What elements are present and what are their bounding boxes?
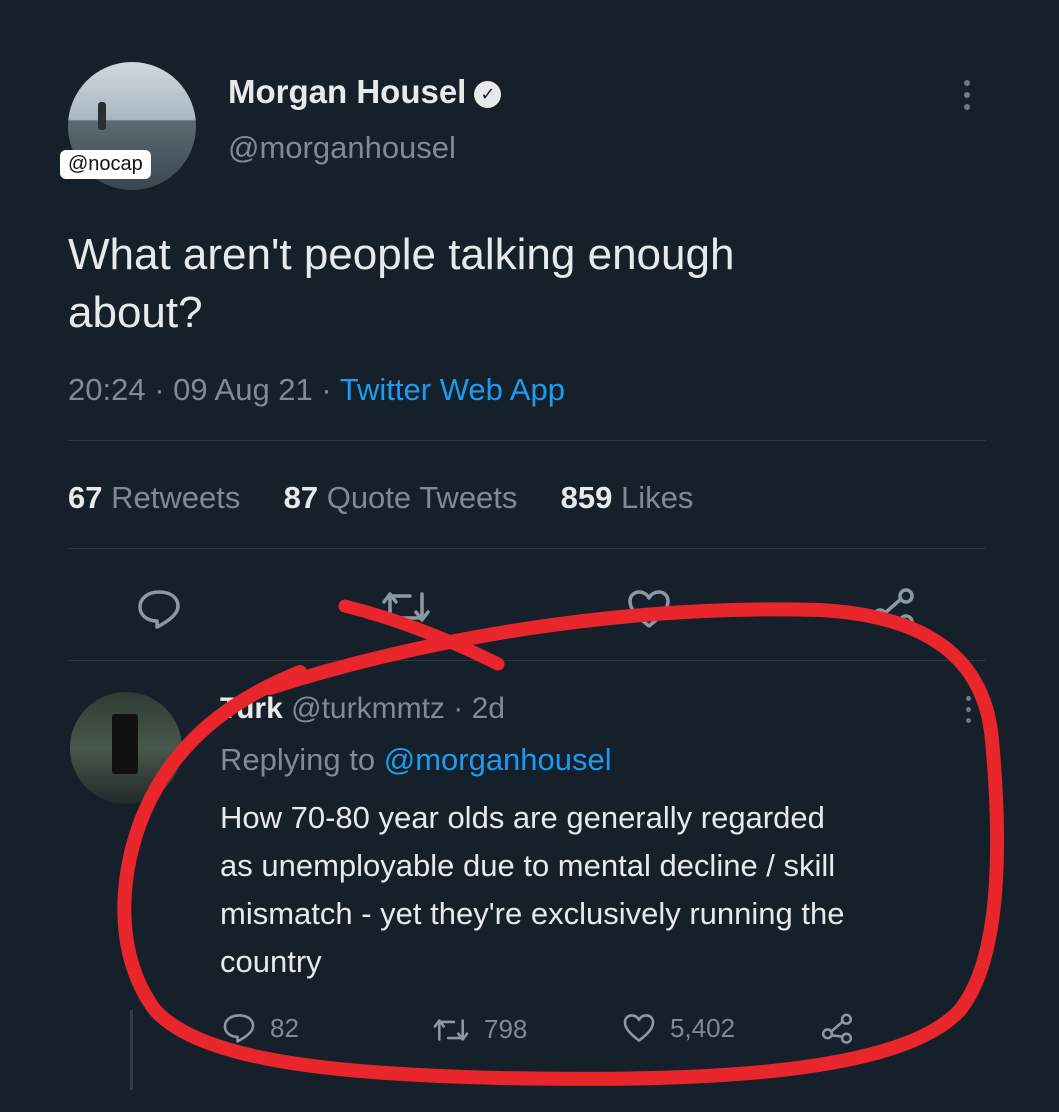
replying-to-label: Replying to xyxy=(220,742,376,777)
reply-text-line-2: as unemployable due to mental decline / … xyxy=(220,848,836,883)
reply-reply-action[interactable]: 82 xyxy=(222,1012,299,1044)
tweet-stats: 67 Retweets 87 Quote Tweets 859 Likes xyxy=(68,480,693,516)
reply-retweet-action[interactable]: 798 xyxy=(432,1014,527,1045)
reply-like-action[interactable]: 5,402 xyxy=(622,1012,735,1044)
reply-text-line-1: How 70-80 year olds are generally regard… xyxy=(220,800,825,835)
verified-badge-icon: ✓ xyxy=(474,80,502,108)
retweet-icon xyxy=(432,1016,470,1044)
divider-middle xyxy=(68,548,986,549)
reply-text-line-3: mismatch - yet they're exclusively runni… xyxy=(220,896,845,931)
divider-top xyxy=(68,440,986,441)
tweet-meta: 20:24 · 09 Aug 21 · Twitter Web App xyxy=(68,372,565,407)
replying-to: Replying to @morganhousel xyxy=(220,742,612,778)
reply-author-name[interactable]: Turk xyxy=(220,692,283,725)
avatar-figure xyxy=(98,102,106,130)
author-handle[interactable]: @morganhousel xyxy=(228,130,456,166)
like-icon xyxy=(622,1012,656,1044)
tweet-date[interactable]: 09 Aug 21 xyxy=(173,372,313,407)
divider-bottom xyxy=(68,660,986,661)
reply-icon xyxy=(222,1012,256,1044)
watermark-label: @nocap xyxy=(60,150,151,179)
share-icon[interactable] xyxy=(870,586,916,630)
reply-author-avatar[interactable] xyxy=(70,692,182,804)
author-name-row[interactable]: Morgan Housel ✓ xyxy=(228,72,502,112)
reply-count: 82 xyxy=(270,1012,299,1043)
retweets-stat[interactable]: 67 Retweets xyxy=(68,480,240,515)
avatar-figure xyxy=(112,714,138,774)
reply-age[interactable]: 2d xyxy=(472,692,505,725)
reply-share-icon[interactable] xyxy=(820,1012,854,1044)
likes-stat[interactable]: 859 Likes xyxy=(561,480,694,515)
reply-more-menu-icon[interactable] xyxy=(966,696,972,729)
quotes-stat[interactable]: 87 Quote Tweets xyxy=(284,480,518,515)
tweet-time[interactable]: 20:24 xyxy=(68,372,146,407)
reply-icon[interactable] xyxy=(136,588,182,630)
tweet-source[interactable]: Twitter Web App xyxy=(340,372,565,407)
thread-line xyxy=(130,1010,133,1090)
tweet-text: What aren't people talking enough about? xyxy=(68,226,734,342)
author-name[interactable]: Morgan Housel xyxy=(228,73,466,110)
tweet-text-line-1: What aren't people talking enough xyxy=(68,230,735,279)
reply-text-line-4: country xyxy=(220,944,322,979)
more-menu-icon[interactable] xyxy=(964,80,970,116)
reply-text: How 70-80 year olds are generally regard… xyxy=(220,794,844,986)
like-icon[interactable] xyxy=(626,588,672,630)
reply-author-handle[interactable]: @turkmmtz xyxy=(291,692,445,725)
replying-to-handle[interactable]: @morganhousel xyxy=(384,742,612,777)
retweet-icon[interactable] xyxy=(380,588,432,626)
tweet-text-line-2: about? xyxy=(68,288,203,337)
like-count: 5,402 xyxy=(670,1012,736,1043)
retweet-count: 798 xyxy=(484,1014,528,1044)
reply-header: Turk @turkmmtz · 2d xyxy=(220,692,505,725)
